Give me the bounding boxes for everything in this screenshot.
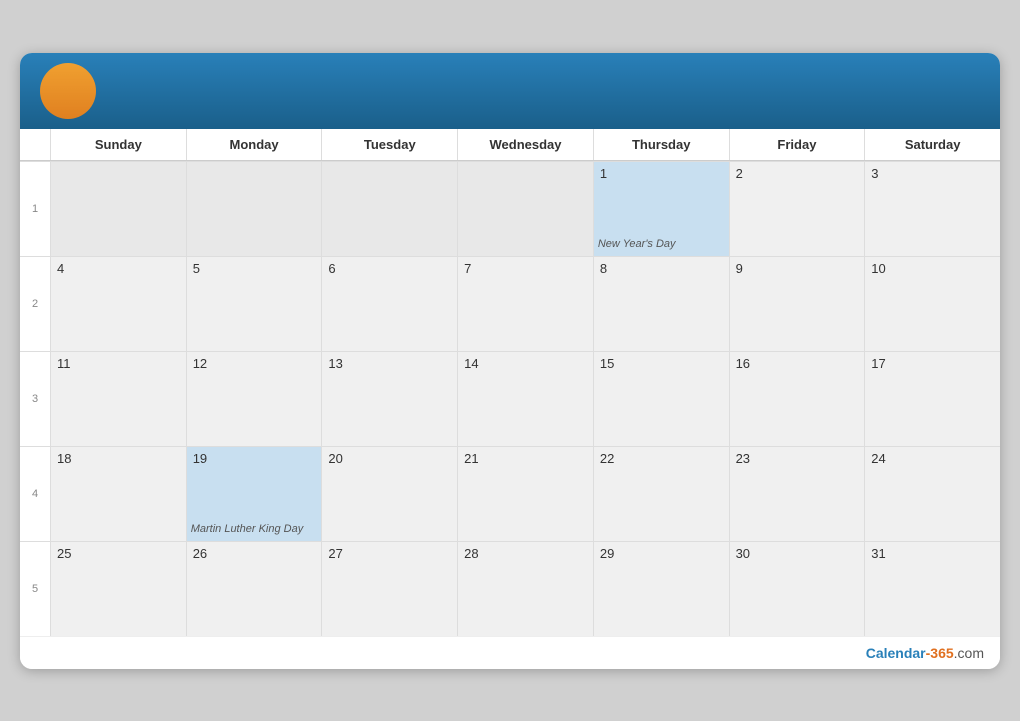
day-number: 4	[57, 261, 180, 276]
day-number: 8	[600, 261, 723, 276]
week-number-2: 2	[20, 256, 50, 351]
day-cell: 16	[729, 351, 865, 446]
day-number: 16	[736, 356, 859, 371]
day-number: 24	[871, 451, 994, 466]
day-cell: 8	[593, 256, 729, 351]
day-cell	[186, 161, 322, 256]
day-cell: 3	[864, 161, 1000, 256]
day-header-tuesday: Tuesday	[321, 129, 457, 160]
day-cell	[457, 161, 593, 256]
day-header-sunday: Sunday	[50, 129, 186, 160]
day-cell: 15	[593, 351, 729, 446]
day-cell: 4	[50, 256, 186, 351]
holiday-label: New Year's Day	[598, 238, 725, 250]
day-cell: 14	[457, 351, 593, 446]
day-number: 29	[600, 546, 723, 561]
day-number: 21	[464, 451, 587, 466]
calendar-body: SundayMondayTuesdayWednesdayThursdayFrid…	[20, 129, 1000, 636]
footer-brand: Calendar-365.com	[866, 645, 984, 661]
day-cell: 31	[864, 541, 1000, 636]
day-number: 1	[600, 166, 723, 181]
day-cell: 10	[864, 256, 1000, 351]
day-cell: 19 Martin Luther King Day	[186, 446, 322, 541]
day-cell: 12	[186, 351, 322, 446]
day-cell: 26	[186, 541, 322, 636]
week-num-header	[20, 129, 50, 160]
week-number-5: 5	[20, 541, 50, 636]
day-cell: 9	[729, 256, 865, 351]
holiday-label: Martin Luther King Day	[191, 523, 318, 535]
week-number-4: 4	[20, 446, 50, 541]
day-number: 3	[871, 166, 994, 181]
day-header-wednesday: Wednesday	[457, 129, 593, 160]
brand-calendar: Calendar	[866, 645, 926, 661]
day-number: 7	[464, 261, 587, 276]
day-number: 14	[464, 356, 587, 371]
day-cell: 7	[457, 256, 593, 351]
day-number: 28	[464, 546, 587, 561]
day-number: 26	[193, 546, 316, 561]
week-number-3: 3	[20, 351, 50, 446]
day-number: 15	[600, 356, 723, 371]
day-cell: 6	[321, 256, 457, 351]
day-number: 6	[328, 261, 451, 276]
day-cell: 20	[321, 446, 457, 541]
day-cell: 1 New Year's Day	[593, 161, 729, 256]
day-cell	[50, 161, 186, 256]
day-header-thursday: Thursday	[593, 129, 729, 160]
day-cell: 11	[50, 351, 186, 446]
day-cell: 5	[186, 256, 322, 351]
days-header: SundayMondayTuesdayWednesdayThursdayFrid…	[20, 129, 1000, 161]
day-cell: 18	[50, 446, 186, 541]
day-number: 23	[736, 451, 859, 466]
day-number: 25	[57, 546, 180, 561]
day-cell: 23	[729, 446, 865, 541]
day-cell: 24	[864, 446, 1000, 541]
calendar-container: SundayMondayTuesdayWednesdayThursdayFrid…	[20, 53, 1000, 669]
day-number: 27	[328, 546, 451, 561]
day-number: 31	[871, 546, 994, 561]
day-number: 17	[871, 356, 994, 371]
day-cell: 29	[593, 541, 729, 636]
day-number: 30	[736, 546, 859, 561]
day-header-friday: Friday	[729, 129, 865, 160]
day-cell: 28	[457, 541, 593, 636]
calendar-footer: Calendar-365.com	[20, 636, 1000, 669]
day-header-monday: Monday	[186, 129, 322, 160]
day-number: 5	[193, 261, 316, 276]
day-number: 10	[871, 261, 994, 276]
week-number-1: 1	[20, 161, 50, 256]
day-cell: 17	[864, 351, 1000, 446]
day-cell: 22	[593, 446, 729, 541]
day-cell: 2	[729, 161, 865, 256]
day-number: 18	[57, 451, 180, 466]
brand-365: -365	[926, 645, 954, 661]
calendar-grid: 11New Year's Day232456789103111213141516…	[20, 161, 1000, 636]
day-number: 11	[57, 356, 180, 371]
day-number: 12	[193, 356, 316, 371]
logo-badge	[40, 63, 96, 119]
day-number: 22	[600, 451, 723, 466]
day-cell	[321, 161, 457, 256]
day-number: 19	[193, 451, 316, 466]
day-cell: 21	[457, 446, 593, 541]
brand-com: .com	[954, 645, 984, 661]
day-cell: 13	[321, 351, 457, 446]
day-number: 2	[736, 166, 859, 181]
day-cell: 30	[729, 541, 865, 636]
day-number: 20	[328, 451, 451, 466]
day-header-saturday: Saturday	[864, 129, 1000, 160]
day-number: 9	[736, 261, 859, 276]
calendar-header	[20, 53, 1000, 129]
day-number: 13	[328, 356, 451, 371]
day-cell: 25	[50, 541, 186, 636]
day-cell: 27	[321, 541, 457, 636]
